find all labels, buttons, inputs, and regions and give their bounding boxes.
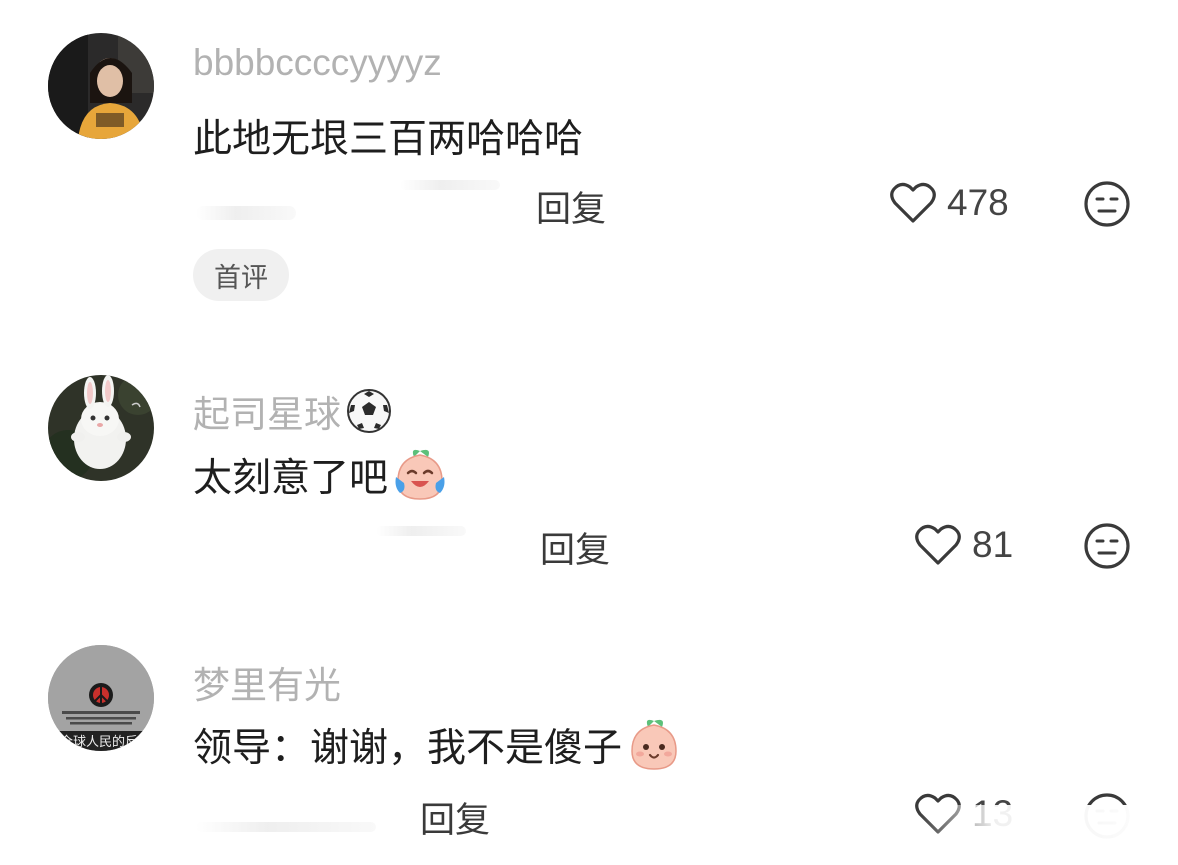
comment-text[interactable]: 此地无垠三百两哈哈哈 bbox=[193, 108, 583, 164]
blurred-meta bbox=[400, 180, 500, 190]
like-count: 478 bbox=[947, 182, 1009, 223]
reply-button[interactable]: 回复 bbox=[540, 522, 610, 573]
like-button[interactable]: 81 bbox=[914, 523, 1013, 567]
peach-crying-laughing-emoji bbox=[395, 449, 445, 500]
username[interactable]: bbbbccccyyyyz bbox=[193, 42, 442, 84]
reply-button[interactable]: 回复 bbox=[536, 181, 606, 232]
avatar[interactable] bbox=[48, 375, 154, 481]
comment-text-content: 此地无垠三百两哈哈哈 bbox=[193, 117, 584, 162]
reply-button[interactable]: 回复 bbox=[420, 792, 490, 843]
comment-text[interactable]: 太刻意了吧 bbox=[193, 447, 448, 503]
soccer-ball-icon bbox=[347, 389, 391, 433]
heart-outline-icon bbox=[890, 182, 936, 223]
blurred-meta bbox=[196, 822, 376, 832]
like-button[interactable]: 478 bbox=[889, 181, 1009, 225]
username[interactable]: 梦里有光 bbox=[193, 655, 341, 709]
first-comment-badge: 首评 bbox=[193, 249, 289, 301]
meh-face-icon[interactable] bbox=[1083, 522, 1131, 570]
like-count: 81 bbox=[972, 524, 1014, 565]
blurred-meta bbox=[376, 526, 466, 536]
comment-text-content: 领导：谢谢，我不是傻子 bbox=[193, 726, 623, 771]
username[interactable]: 起司星球 bbox=[193, 384, 393, 438]
username-text: 起司星球 bbox=[193, 394, 341, 435]
avatar[interactable]: 全球人民的反 bbox=[48, 645, 154, 751]
blurred-meta bbox=[196, 206, 296, 220]
avatar[interactable] bbox=[48, 33, 154, 139]
watermark-fade bbox=[918, 805, 1178, 865]
comment-text[interactable]: 领导：谢谢，我不是傻子 bbox=[193, 717, 682, 773]
avatar-caption: 全球人民的反 bbox=[60, 735, 139, 750]
heart-outline-icon bbox=[915, 524, 961, 565]
peach-smile-emoji bbox=[631, 719, 677, 770]
comment-text-content: 太刻意了吧 bbox=[193, 456, 389, 501]
meh-face-icon[interactable] bbox=[1083, 180, 1131, 228]
